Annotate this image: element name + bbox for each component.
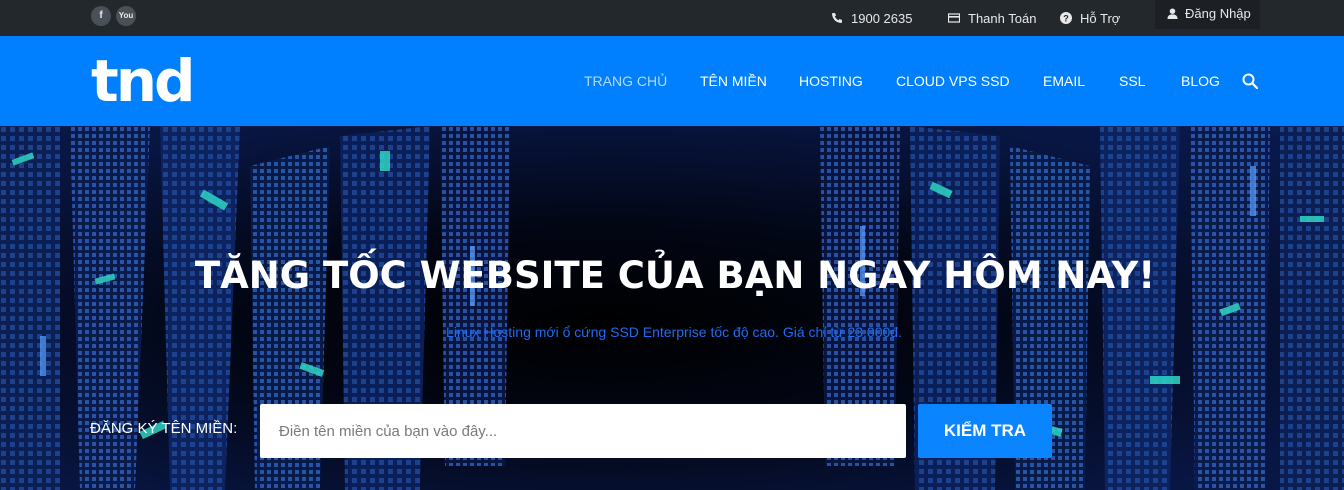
nav-item-ssl[interactable]: SSL bbox=[1119, 73, 1145, 89]
hero-title: TĂNG TỐC WEBSITE CỦA BẠN NGAY HÔM NAY! bbox=[194, 254, 1156, 297]
nav-item-blog[interactable]: BLOG bbox=[1181, 73, 1220, 89]
nav-item-hosting[interactable]: HOSTING bbox=[799, 73, 863, 89]
credit-card-icon bbox=[948, 13, 960, 23]
top-bar: f You 1900 2635 Thanh Toán ? Hỗ Trợ Đăng… bbox=[0, 0, 1344, 36]
phone-number: 1900 2635 bbox=[851, 11, 913, 26]
nav-item-email[interactable]: EMAIL bbox=[1043, 73, 1085, 89]
search-icon[interactable] bbox=[1242, 73, 1258, 89]
hero-subtitle: Linux Hosting mới ổ cứng SSD Enterprise … bbox=[446, 324, 902, 340]
login-label: Đăng Nhập bbox=[1185, 6, 1251, 21]
user-icon bbox=[1167, 8, 1178, 19]
svg-text:?: ? bbox=[1063, 14, 1069, 24]
facebook-icon[interactable]: f bbox=[91, 6, 111, 26]
phone-link[interactable]: 1900 2635 bbox=[831, 0, 912, 36]
domain-search-label: ĐĂNG KÝ TÊN MIỀN: bbox=[90, 420, 238, 437]
nav-item-home[interactable]: TRANG CHỦ bbox=[584, 73, 667, 89]
question-circle-icon: ? bbox=[1060, 12, 1072, 24]
domain-search-input[interactable] bbox=[260, 404, 906, 458]
nav-item-cloud-vps[interactable]: CLOUD VPS SSD bbox=[896, 73, 1010, 89]
support-link[interactable]: ? Hỗ Trợ bbox=[1060, 0, 1120, 36]
support-label: Hỗ Trợ bbox=[1080, 11, 1121, 26]
nav-item-domain[interactable]: TÊN MIỀN bbox=[700, 73, 767, 89]
site-logo[interactable]: tnd bbox=[91, 52, 196, 110]
youtube-icon[interactable]: You bbox=[116, 6, 136, 26]
payment-label: Thanh Toán bbox=[968, 11, 1037, 26]
login-button[interactable]: Đăng Nhập bbox=[1155, 0, 1260, 29]
phone-icon bbox=[832, 13, 842, 23]
check-domain-button[interactable]: KIỂM TRA bbox=[918, 404, 1052, 458]
payment-link[interactable]: Thanh Toán bbox=[948, 0, 1036, 36]
